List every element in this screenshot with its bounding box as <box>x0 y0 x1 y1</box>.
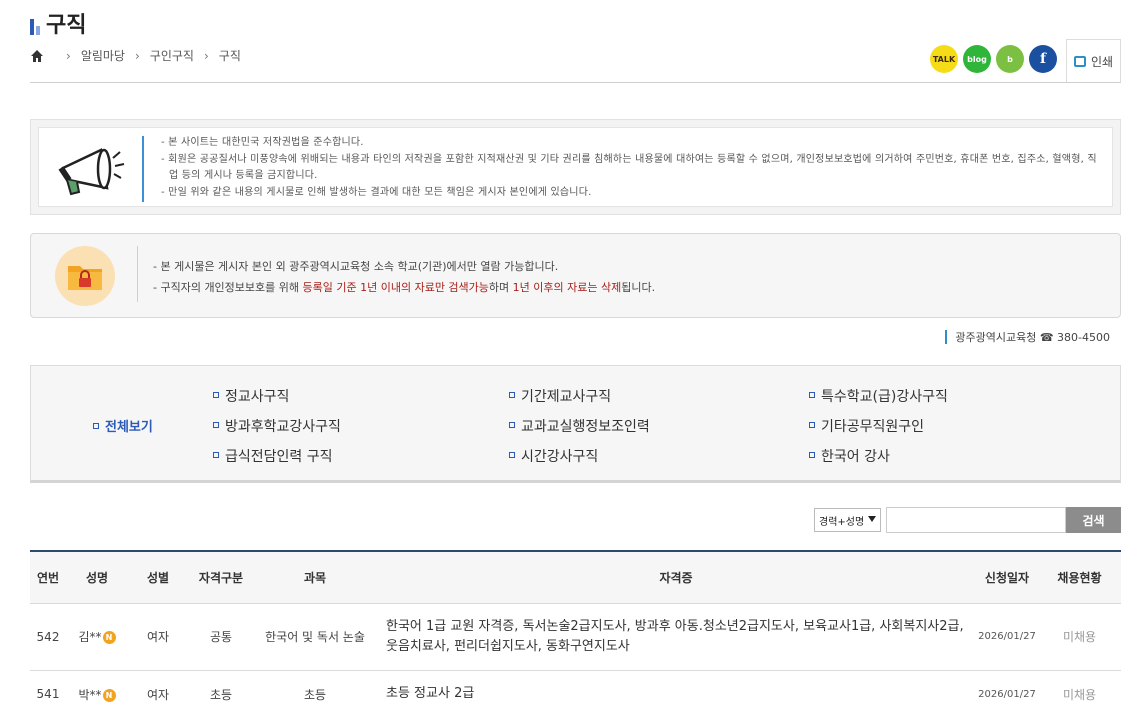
cell-subject: 초등 <box>303 687 327 702</box>
col-header-name[interactable]: 성명 <box>66 551 128 603</box>
band-share-icon[interactable]: b <box>996 45 1024 73</box>
table-header-row: 연번 성명 성별 자격구분 과목 자격증 신청일자 채용현황 <box>30 551 1121 603</box>
col-header-qualification[interactable]: 자격증 <box>376 551 976 603</box>
notice-divider <box>137 246 138 302</box>
col-header-date[interactable]: 신청일자 <box>976 551 1038 603</box>
cell-status: 미채용 <box>1062 630 1097 644</box>
breadcrumb: › 알림마당 › 구인구직 › 구직 <box>30 47 241 64</box>
chevron-right-icon: › <box>66 48 71 63</box>
category-item[interactable]: 기간제교사구직 <box>509 386 611 406</box>
category-item[interactable]: 시간강사구직 <box>509 446 598 466</box>
contact-accent-bar <box>945 330 948 344</box>
notice-line: - 회원은 공공질서나 미풍양속에 위배되는 내용과 타인의 저작권을 포함한 … <box>161 153 1097 182</box>
privacy-notice: - 본 게시물은 게시자 본인 외 광주광역시교육청 소속 학교(기관)에서만 … <box>30 233 1121 318</box>
col-header-type[interactable]: 자격구분 <box>188 551 254 603</box>
col-header-status[interactable]: 채용현황 <box>1038 551 1121 603</box>
category-item[interactable]: 특수학교(급)강사구직 <box>809 386 948 406</box>
jobseeker-table: 연번 성명 성별 자격구분 과목 자격증 신청일자 채용현황 542 김** N … <box>30 550 1121 717</box>
title-mark-icon <box>30 19 40 35</box>
cell-no: 542 <box>36 629 60 644</box>
cell-type: 공통 <box>209 630 233 644</box>
contact-org: 광주광역시교육청 <box>955 331 1037 344</box>
copyright-notice: - 본 사이트는 대한민국 저작권법을 준수합니다. - 회원은 공공질서나 미… <box>30 119 1121 215</box>
category-item[interactable]: 기타공무직원구인 <box>809 416 924 436</box>
new-badge: N <box>102 631 116 644</box>
printer-icon <box>1073 56 1086 67</box>
blog-share-icon[interactable]: blog <box>963 45 991 73</box>
share-icons: TALK blog b f <box>930 45 1057 73</box>
page-title-row: 구직 <box>30 10 86 40</box>
print-label: 인쇄 <box>1090 55 1114 69</box>
cell-gender: 여자 <box>146 630 170 644</box>
chevron-right-icon: › <box>134 48 140 63</box>
breadcrumb-item-jobs[interactable]: 구인구직 <box>150 47 194 64</box>
category-item[interactable]: 방과후학교강사구직 <box>213 416 341 436</box>
copyright-notice-text: - 본 사이트는 대한민국 저작권법을 준수합니다. - 회원은 공공질서나 미… <box>161 135 1102 201</box>
cell-name[interactable]: 박** N <box>66 670 128 717</box>
table-row[interactable]: 542 김** N 여자 공통 한국어 및 독서 논술 한국어 1급 교원 자격증… <box>30 603 1121 670</box>
privacy-line-1: - 본 게시물은 게시자 본인 외 광주광역시교육청 소속 학교(기관)에서만 … <box>153 260 559 273</box>
chevron-right-icon: › <box>203 48 209 63</box>
contact-phone: ☎ 380-4500 <box>1039 330 1110 344</box>
notice-line: - 만일 위와 같은 내용의 게시물로 인해 발생하는 결과에 대한 모든 책임… <box>161 186 592 198</box>
contact-info: 광주광역시교육청 ☎ 380-4500 <box>945 329 1110 345</box>
megaphone-icon <box>58 148 125 196</box>
search-input[interactable] <box>886 507 1066 533</box>
privacy-line-2: - 구직자의 개인정보보호를 위해 등록일 기준 1년 이내의 자료만 검색가능… <box>153 281 656 294</box>
cell-name[interactable]: 김** N <box>66 603 128 670</box>
notice-accent-bar <box>142 136 144 202</box>
new-badge: N <box>102 688 116 702</box>
category-item[interactable]: 급식전담인력 구직 <box>213 446 333 466</box>
table-row[interactable]: 541 박** N 여자 초등 초등 초등 정교사 2급 2026/01/27 미… <box>30 670 1121 717</box>
search-type-select[interactable]: 경력+성명 <box>814 508 881 532</box>
cell-status: 미채용 <box>1062 687 1097 702</box>
breadcrumb-item-notice[interactable]: 알림마당 <box>81 47 125 64</box>
cell-no: 541 <box>36 687 60 701</box>
home-icon[interactable] <box>30 49 44 63</box>
cell-type: 초등 <box>209 687 233 702</box>
cell-date: 2026/01/27 <box>978 688 1036 700</box>
category-all[interactable]: 전체보기 <box>93 416 153 435</box>
col-header-no[interactable]: 연번 <box>30 551 66 603</box>
locked-folder-icon <box>55 246 115 306</box>
category-item[interactable]: 교과교실행정보조인력 <box>509 416 650 436</box>
cell-qualification[interactable]: 한국어 1급 교원 자격증, 독서논술2급지도사, 방과후 아동.청소년2급지도… <box>376 603 976 670</box>
cell-subject: 한국어 및 독서 논술 <box>265 630 365 644</box>
col-header-subject[interactable]: 과목 <box>254 551 376 603</box>
cell-qualification[interactable]: 초등 정교사 2급 <box>376 670 976 717</box>
search-button[interactable]: 검색 <box>1066 507 1121 533</box>
cell-date: 2026/01/27 <box>978 631 1036 642</box>
breadcrumb-item-jobseek[interactable]: 구직 <box>219 47 241 64</box>
kakaotalk-share-icon[interactable]: TALK <box>930 45 958 73</box>
privacy-notice-text: - 본 게시물은 게시자 본인 외 광주광역시교육청 소속 학교(기관)에서만 … <box>153 256 655 298</box>
notice-line: - 본 사이트는 대한민국 저작권법을 준수합니다. <box>161 137 364 148</box>
header-divider <box>30 82 1121 83</box>
page-title: 구직 <box>46 13 87 38</box>
col-header-gender[interactable]: 성별 <box>128 551 188 603</box>
category-item[interactable]: 정교사구직 <box>213 386 289 406</box>
search-type-value: 경력+성명 <box>819 516 865 528</box>
cell-gender: 여자 <box>146 687 170 702</box>
print-button[interactable]: 인쇄 <box>1066 39 1121 83</box>
category-filter: 전체보기 정교사구직 기간제교사구직 특수학교(급)강사구직 방과후학교강사구직… <box>30 365 1121 483</box>
category-item[interactable]: 한국어 강사 <box>809 446 890 466</box>
facebook-share-icon[interactable]: f <box>1029 45 1057 73</box>
chevron-down-icon <box>868 516 876 522</box>
